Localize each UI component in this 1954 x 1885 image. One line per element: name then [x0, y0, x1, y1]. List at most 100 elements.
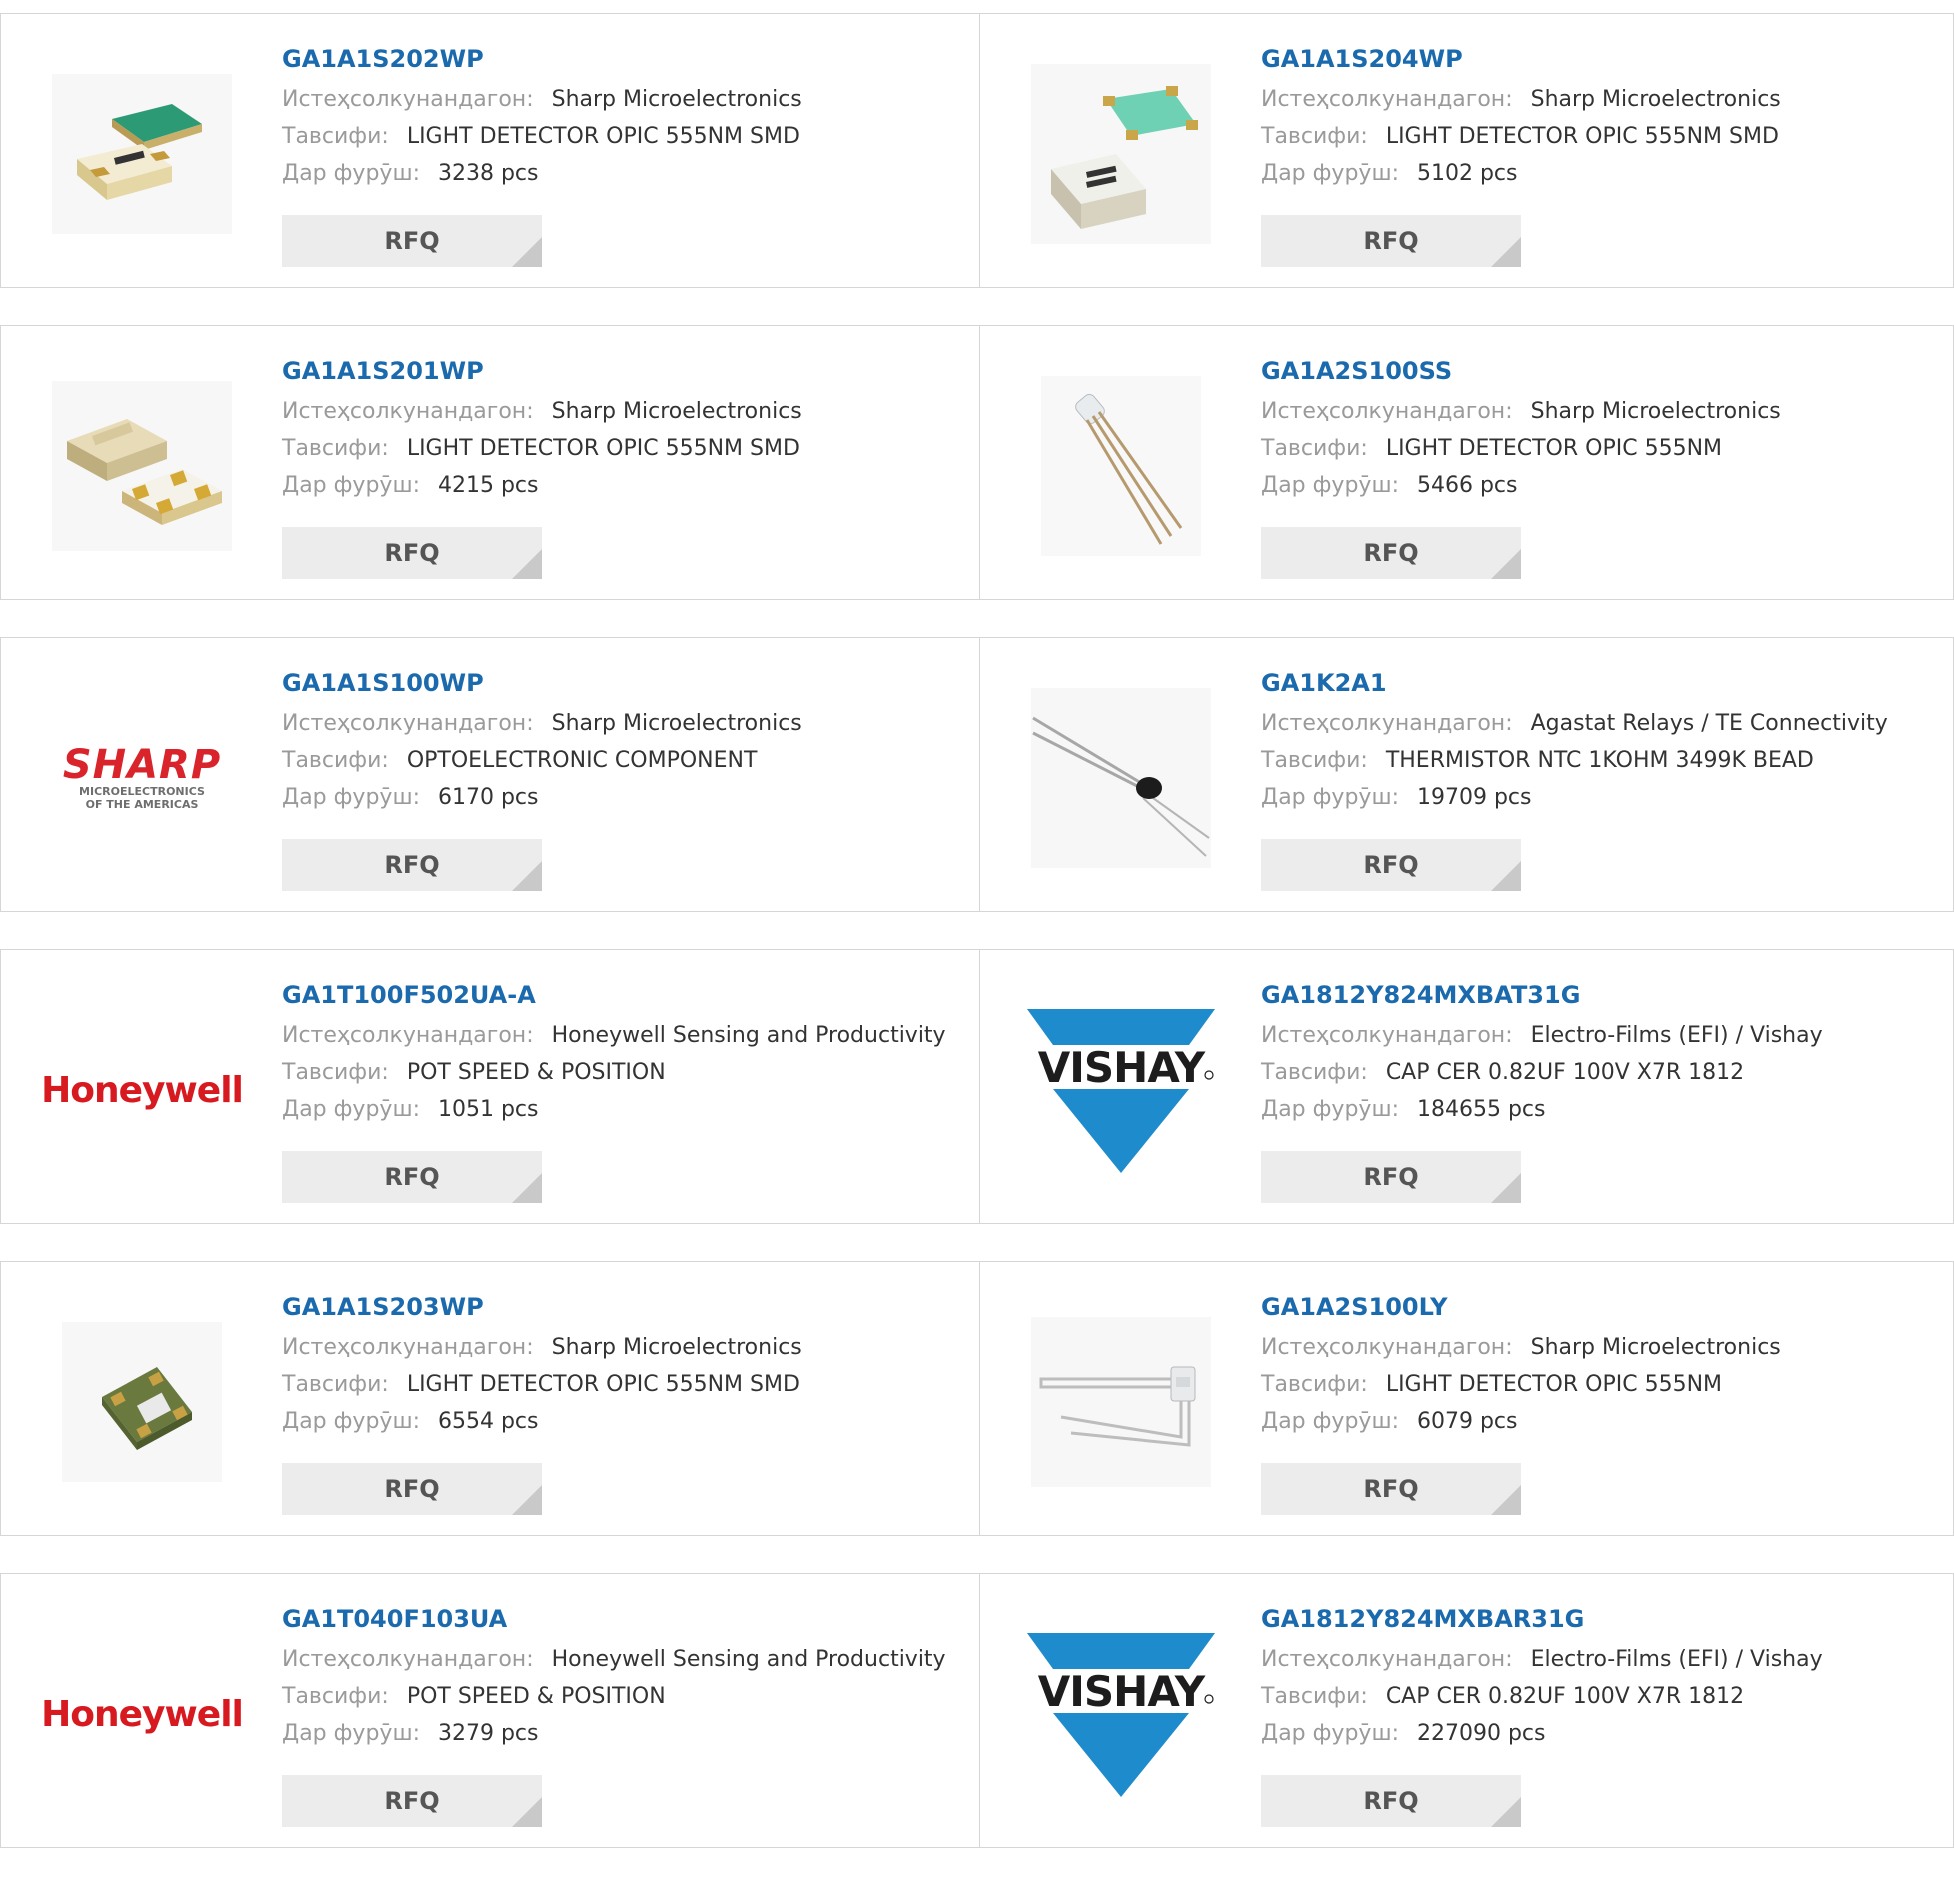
product-image[interactable]: VISHAY: [1021, 990, 1221, 1190]
description-label: Тавсифи:: [1261, 124, 1368, 149]
rfq-corner-decoration: [1491, 237, 1521, 267]
part-number-link[interactable]: GA1A1S202WP: [282, 44, 969, 74]
product-attributes: Истеҳсолкунандагон: Sharp Microelectronic…: [282, 393, 969, 504]
product-image[interactable]: Honeywell: [42, 990, 242, 1190]
rfq-button[interactable]: RFQ: [1261, 1151, 1521, 1203]
rfq-corner-decoration: [512, 549, 542, 579]
product-image[interactable]: Honeywell: [42, 1614, 242, 1814]
rfq-button[interactable]: RFQ: [1261, 1775, 1521, 1827]
product-image[interactable]: [42, 1302, 242, 1502]
stock-line: Дар фурӯш: 6554 pcs: [282, 1403, 969, 1440]
smd-sensor-gold-image: [52, 381, 232, 551]
product-image[interactable]: [1021, 366, 1221, 566]
rfq-label: RFQ: [384, 227, 440, 255]
rfq-label: RFQ: [384, 1475, 440, 1503]
product-row: GA1A1S201WP Истеҳсолкунандагон: Sharp Mic…: [0, 325, 1954, 600]
product-image[interactable]: SHARP MICROELECTRONICS OF THE AMERICAS: [42, 678, 242, 878]
product-card: GA1K2A1 Истеҳсолкунандагон: Agastat Relay…: [980, 637, 1954, 912]
product-attributes: Истеҳсолкунандагон: Sharp Microelectronic…: [282, 81, 969, 192]
stock-label: Дар фурӯш:: [282, 161, 420, 186]
stock-label: Дар фурӯш:: [1261, 473, 1399, 498]
stock-line: Дар фурӯш: 6170 pcs: [282, 779, 969, 816]
rfq-button[interactable]: RFQ: [1261, 215, 1521, 267]
part-number-link[interactable]: GA1T040F103UA: [282, 1604, 969, 1634]
product-row: GA1A1S203WP Истеҳсолкунандагон: Sharp Mic…: [0, 1261, 1954, 1536]
sharp-logo: SHARP MICROELECTRONICS OF THE AMERICAS: [62, 742, 222, 811]
product-image[interactable]: [1021, 54, 1221, 254]
rfq-button[interactable]: RFQ: [1261, 1463, 1521, 1515]
manufacturer-value: Sharp Microelectronics: [551, 1335, 802, 1360]
rfq-button[interactable]: RFQ: [282, 527, 542, 579]
product-info: GA1812Y824MXBAT31G Истеҳсолкунандагон: El…: [1261, 980, 1943, 1128]
stock-value: 6170 pcs: [437, 785, 539, 810]
manufacturer-label: Истеҳсолкунандагон:: [1261, 1335, 1513, 1360]
stock-line: Дар фурӯш: 4215 pcs: [282, 467, 969, 504]
part-number-link[interactable]: GA1A2S100SS: [1261, 356, 1943, 386]
description-value: LIGHT DETECTOR OPIC 555NM SMD: [406, 436, 800, 461]
rfq-button[interactable]: RFQ: [282, 1463, 542, 1515]
product-image[interactable]: [1021, 678, 1221, 878]
rfq-label: RFQ: [1363, 227, 1419, 255]
product-image[interactable]: [42, 54, 242, 254]
part-number-link[interactable]: GA1T100F502UA-A: [282, 980, 969, 1010]
manufacturer-line: Истеҳсолкунандагон: Sharp Microelectronic…: [1261, 393, 1943, 430]
rfq-button[interactable]: RFQ: [282, 1151, 542, 1203]
stock-label: Дар фурӯш:: [282, 1409, 420, 1434]
manufacturer-value: Sharp Microelectronics: [551, 711, 802, 736]
rfq-label: RFQ: [1363, 1163, 1419, 1191]
manufacturer-label: Истеҳсолкунандагон:: [282, 87, 534, 112]
product-card: GA1A1S202WP Истеҳсолкунандагон: Sharp Mic…: [0, 13, 980, 288]
manufacturer-line: Истеҳсолкунандагон: Agastat Relays / TE C…: [1261, 705, 1943, 742]
rfq-button[interactable]: RFQ: [282, 839, 542, 891]
product-row: Honeywell GA1T040F103UA Истеҳсолкунандаг…: [0, 1573, 1954, 1848]
manufacturer-line: Истеҳсолкунандагон: Honeywell Sensing and…: [282, 1017, 969, 1054]
manufacturer-label: Истеҳсолкунандагон:: [1261, 1647, 1513, 1672]
product-card: SHARP MICROELECTRONICS OF THE AMERICAS GA1…: [0, 637, 980, 912]
manufacturer-value: Honeywell Sensing and Productivity: [551, 1647, 946, 1672]
manufacturer-label: Истеҳсолкунандагон:: [282, 1023, 534, 1048]
product-image[interactable]: [1021, 1302, 1221, 1502]
manufacturer-label: Истеҳсолкунандагон:: [282, 711, 534, 736]
stock-value: 4215 pcs: [437, 473, 539, 498]
svg-text:VISHAY: VISHAY: [1038, 1667, 1206, 1716]
stock-label: Дар фурӯш:: [282, 785, 420, 810]
stock-label: Дар фурӯш:: [1261, 1409, 1399, 1434]
product-image[interactable]: [42, 366, 242, 566]
part-number-link[interactable]: GA1A1S204WP: [1261, 44, 1943, 74]
part-number-link[interactable]: GA1812Y824MXBAT31G: [1261, 980, 1943, 1010]
rfq-button[interactable]: RFQ: [282, 215, 542, 267]
rfq-button[interactable]: RFQ: [282, 1775, 542, 1827]
manufacturer-label: Истеҳсолкунандагон:: [282, 1647, 534, 1672]
description-value: CAP CER 0.82UF 100V X7R 1812: [1385, 1060, 1745, 1085]
part-number-link[interactable]: GA1K2A1: [1261, 668, 1943, 698]
part-number-link[interactable]: GA1812Y824MXBAR31G: [1261, 1604, 1943, 1634]
rfq-button[interactable]: RFQ: [1261, 839, 1521, 891]
part-number-link[interactable]: GA1A1S201WP: [282, 356, 969, 386]
part-number-link[interactable]: GA1A1S203WP: [282, 1292, 969, 1322]
product-attributes: Истеҳсолкунандагон: Sharp Microelectronic…: [282, 1329, 969, 1440]
rfq-button[interactable]: RFQ: [1261, 527, 1521, 579]
description-line: Тавсифи: LIGHT DETECTOR OPIC 555NM SMD: [282, 1366, 969, 1403]
smd-sensor-green-image: [52, 74, 232, 234]
description-line: Тавсифи: LIGHT DETECTOR OPIC 555NM SMD: [282, 430, 969, 467]
product-image[interactable]: VISHAY: [1021, 1614, 1221, 1814]
product-info: GA1812Y824MXBAR31G Истеҳсолкунандагон: El…: [1261, 1604, 1943, 1752]
part-number-link[interactable]: GA1A1S100WP: [282, 668, 969, 698]
manufacturer-line: Истеҳсолкунандагон: Sharp Microelectronic…: [1261, 81, 1943, 118]
smd-chip-image: [62, 1322, 222, 1482]
description-label: Тавсифи:: [1261, 436, 1368, 461]
description-value: OPTOELECTRONIC COMPONENT: [406, 748, 758, 773]
product-row: GA1A1S202WP Истеҳсолкунандагон: Sharp Mic…: [0, 13, 1954, 288]
rfq-corner-decoration: [1491, 1173, 1521, 1203]
stock-label: Дар фурӯш:: [282, 1097, 420, 1122]
product-attributes: Истеҳсолкунандагон: Electro-Films (EFI) /…: [1261, 1017, 1943, 1128]
rfq-label: RFQ: [1363, 539, 1419, 567]
product-card: VISHAY GA1812Y824MXBAT31G Истеҳсолкунанд…: [980, 949, 1954, 1224]
manufacturer-line: Истеҳсолкунандагон: Honeywell Sensing and…: [282, 1641, 969, 1678]
stock-value: 3238 pcs: [437, 161, 539, 186]
manufacturer-value: Sharp Microelectronics: [551, 399, 802, 424]
stock-value: 3279 pcs: [437, 1721, 539, 1746]
stock-line: Дар фурӯш: 6079 pcs: [1261, 1403, 1943, 1440]
part-number-link[interactable]: GA1A2S100LY: [1261, 1292, 1943, 1322]
product-attributes: Истеҳсолкунандагон: Sharp Microelectronic…: [1261, 81, 1943, 192]
